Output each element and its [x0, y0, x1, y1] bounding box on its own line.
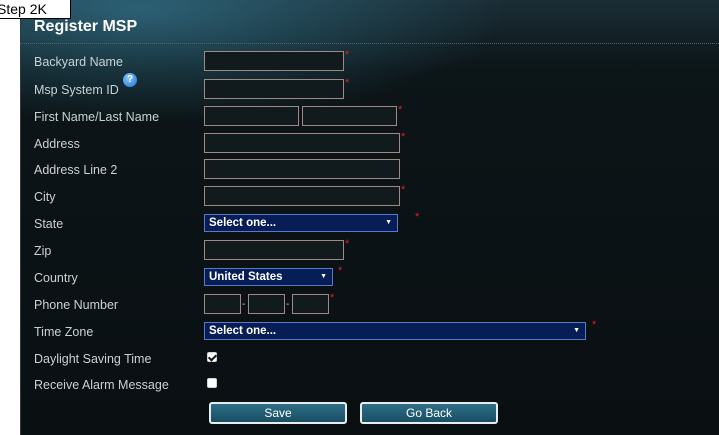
- save-button[interactable]: Save: [209, 402, 347, 424]
- phone-separator: -: [286, 299, 290, 310]
- label-msp-system-id: Msp System ID: [34, 83, 119, 97]
- last-name-input[interactable]: [302, 106, 397, 126]
- required-marker: *: [345, 238, 350, 250]
- go-back-button[interactable]: Go Back: [360, 402, 498, 424]
- row-zip: Zip *: [20, 238, 719, 262]
- label-address2: Address Line 2: [34, 163, 118, 177]
- dst-checkbox[interactable]: [207, 352, 217, 362]
- row-country: Country United States ▼ *: [20, 265, 719, 289]
- city-input[interactable]: [204, 186, 400, 206]
- required-marker: *: [401, 184, 406, 196]
- timezone-select[interactable]: Select one... ▼: [204, 322, 586, 340]
- row-msp-system-id: Msp System ID ? *: [20, 73, 719, 101]
- state-select-value: Select one...: [209, 217, 277, 229]
- address-input[interactable]: [204, 133, 400, 153]
- required-marker: *: [592, 319, 597, 331]
- label-state: State: [34, 217, 64, 231]
- state-select[interactable]: Select one... ▼: [204, 214, 398, 232]
- country-select-value: United States: [209, 271, 283, 283]
- zip-input[interactable]: [204, 240, 344, 260]
- step-tag: Step 2K: [0, 0, 71, 19]
- phone-separator: -: [242, 299, 246, 310]
- row-city: City *: [20, 184, 719, 208]
- row-name: First Name/Last Name *: [20, 104, 719, 128]
- required-marker: *: [338, 265, 343, 277]
- row-alarm: Receive Alarm Message: [20, 374, 719, 396]
- required-marker: *: [330, 292, 335, 304]
- alarm-checkbox[interactable]: [207, 378, 217, 388]
- timezone-select-value: Select one...: [209, 325, 277, 337]
- help-icon[interactable]: ?: [123, 73, 137, 87]
- phone-prefix-input[interactable]: [248, 294, 285, 314]
- row-address: Address *: [20, 131, 719, 155]
- row-address2: Address Line 2: [20, 159, 719, 181]
- country-select[interactable]: United States ▼: [204, 268, 333, 286]
- label-phone: Phone Number: [34, 298, 119, 312]
- label-address: Address: [34, 137, 80, 151]
- dropdown-arrow-icon: ▼: [573, 327, 580, 334]
- page-title: Register MSP: [34, 18, 138, 35]
- row-timezone: Time Zone Select one... ▼ *: [20, 319, 719, 343]
- required-marker: *: [398, 104, 403, 116]
- label-city: City: [34, 190, 56, 204]
- label-backyard-name: Backyard Name: [34, 55, 123, 69]
- row-dst: Daylight Saving Time: [20, 348, 719, 370]
- dropdown-arrow-icon: ▼: [320, 273, 327, 280]
- backyard-name-input[interactable]: [204, 51, 344, 71]
- address-line2-input[interactable]: [204, 159, 400, 179]
- row-backyard-name: Backyard Name *: [20, 49, 719, 73]
- label-timezone: Time Zone: [34, 325, 94, 339]
- label-zip: Zip: [34, 244, 52, 258]
- required-marker: *: [345, 49, 350, 61]
- row-phone: Phone Number - - *: [20, 292, 719, 316]
- msp-system-id-input[interactable]: [204, 79, 344, 99]
- first-name-input[interactable]: [204, 106, 299, 126]
- required-marker: *: [415, 211, 420, 223]
- dropdown-arrow-icon: ▼: [385, 219, 392, 226]
- row-state: State Select one... ▼ *: [20, 211, 719, 235]
- label-name: First Name/Last Name: [34, 110, 160, 124]
- label-dst: Daylight Saving Time: [34, 352, 152, 366]
- required-marker: *: [401, 131, 406, 143]
- required-marker: *: [345, 77, 350, 89]
- phone-area-input[interactable]: [204, 294, 241, 314]
- label-alarm: Receive Alarm Message: [34, 378, 169, 392]
- label-country: Country: [34, 271, 78, 285]
- title-divider: [20, 43, 719, 44]
- phone-line-input[interactable]: [292, 294, 329, 314]
